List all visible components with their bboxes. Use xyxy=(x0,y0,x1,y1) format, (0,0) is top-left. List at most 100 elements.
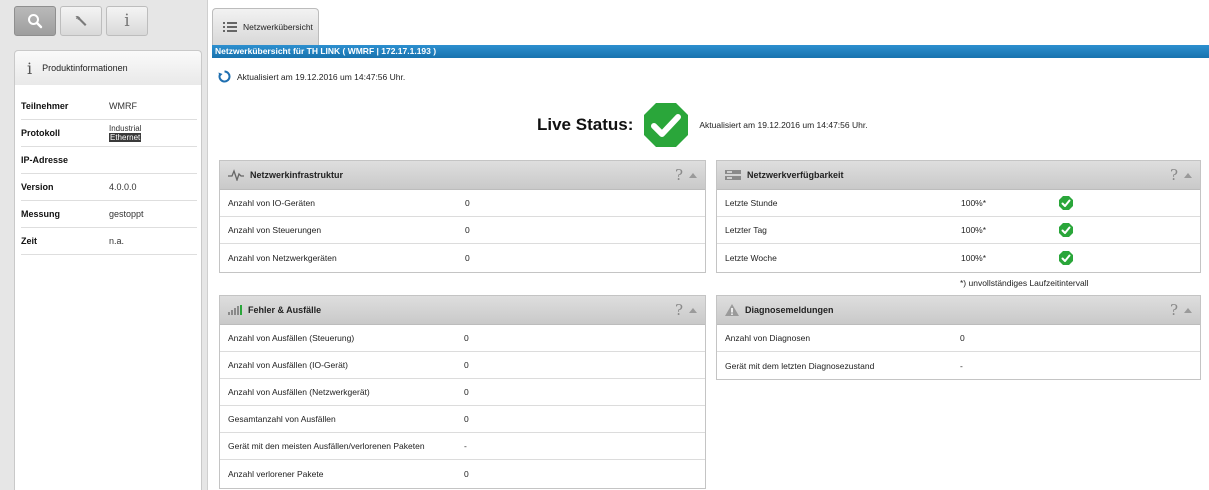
sidebar: i i Produktinformationen Teilnehmer WMRF… xyxy=(0,0,208,490)
row-label: Anzahl von Steuerungen xyxy=(228,225,322,235)
last-updated-text: Aktualisiert am 19.12.2016 um 14:47:56 U… xyxy=(237,71,406,82)
warning-icon xyxy=(725,304,739,316)
tab-label: Netzwerkübersicht xyxy=(243,22,313,32)
row-label: Letzte Stunde xyxy=(725,198,778,208)
info-row-version: Version 4.0.0.0 xyxy=(21,174,197,201)
row-label: Gerät mit den meisten Ausfällen/verloren… xyxy=(228,441,425,451)
panel-title: Fehler & Ausfälle xyxy=(248,305,322,315)
protocol-line-2: Ethernet xyxy=(109,133,142,142)
refresh-icon[interactable] xyxy=(218,70,231,83)
info-value: WMRF xyxy=(109,101,137,111)
table-row: Anzahl verlorener Pakete 0 xyxy=(220,460,705,487)
info-key: Version xyxy=(21,182,54,192)
panel-title: Diagnosemeldungen xyxy=(745,305,834,315)
row-value: 100%* xyxy=(961,252,987,263)
page-title: Netzwerkübersicht für TH LINK ( WMRF | 1… xyxy=(212,45,1209,58)
info-row-participant: Teilnehmer WMRF xyxy=(21,93,197,120)
row-label: Anzahl von IO-Geräten xyxy=(228,198,315,208)
tab-network-overview[interactable]: Netzwerkübersicht xyxy=(212,8,319,45)
panel-header[interactable]: Fehler & Ausfälle ? xyxy=(220,296,705,325)
help-icon[interactable]: ? xyxy=(1170,166,1178,184)
info-value: 4.0.0.0 xyxy=(109,182,137,192)
info-key: Messung xyxy=(21,209,61,219)
table-row: Anzahl von Ausfällen (Steuerung) 0 xyxy=(220,325,705,352)
table-row: Anzahl von IO-Geräten 0 xyxy=(220,190,705,217)
info-icon: i xyxy=(27,58,33,78)
check-icon xyxy=(1059,250,1073,265)
row-value: 0 xyxy=(464,468,469,479)
collapse-icon[interactable] xyxy=(1184,173,1192,178)
info-row-measurement: Messung gestoppt xyxy=(21,201,197,228)
live-status: Live Status: Aktualisiert am 19.12.2016 … xyxy=(537,100,868,150)
row-value: - xyxy=(960,360,963,371)
table-row: Gerät mit dem letzten Diagnosezustand - xyxy=(717,352,1200,379)
table-row: Anzahl von Steuerungen 0 xyxy=(220,217,705,244)
row-value: 0 xyxy=(465,252,470,263)
info-row-time: Zeit n.a. xyxy=(21,228,197,255)
panel-title: Netzwerkverfügbarkeit xyxy=(747,170,844,180)
panel-header[interactable]: Diagnosemeldungen ? xyxy=(717,296,1200,325)
wrench-icon xyxy=(75,15,87,26)
panel-faults: Fehler & Ausfälle ? Anzahl von Ausfällen… xyxy=(219,295,706,489)
row-label: Letzte Woche xyxy=(725,252,777,263)
row-label: Letzter Tag xyxy=(725,225,767,235)
row-label: Anzahl von Netzwerkgeräten xyxy=(228,252,337,263)
live-status-timestamp: Aktualisiert am 19.12.2016 um 14:47:56 U… xyxy=(699,120,868,130)
table-row: Anzahl von Netzwerkgeräten 0 xyxy=(220,244,705,271)
check-icon xyxy=(1059,196,1073,210)
info-key: IP-Adresse xyxy=(21,155,69,165)
info-button[interactable]: i xyxy=(106,6,148,36)
table-row: Anzahl von Ausfällen (IO-Gerät) 0 xyxy=(220,352,705,379)
row-value: 0 xyxy=(960,333,965,343)
row-value: 0 xyxy=(464,414,469,424)
row-label: Anzahl von Ausfällen (Steuerung) xyxy=(228,333,355,343)
info-key: Teilnehmer xyxy=(21,101,69,111)
info-icon: i xyxy=(124,11,130,31)
live-status-label: Live Status: xyxy=(537,115,634,134)
row-value: 0 xyxy=(465,225,470,235)
table-row: Gesamtanzahl von Ausfällen 0 xyxy=(220,406,705,433)
protocol-line-1: Industrial xyxy=(109,124,142,133)
collapse-icon[interactable] xyxy=(689,173,697,178)
panel-diagnostics: Diagnosemeldungen ? Anzahl von Diagnosen… xyxy=(716,295,1201,380)
collapse-icon[interactable] xyxy=(1184,308,1192,313)
info-row-protocol: Protokoll Industrial Ethernet xyxy=(21,120,197,147)
main-content: Netzwerkübersicht Netzwerkübersicht für … xyxy=(212,0,1209,490)
help-icon[interactable]: ? xyxy=(1170,301,1178,319)
check-icon xyxy=(1059,223,1073,237)
row-label: Anzahl von Diagnosen xyxy=(725,333,811,343)
settings-button[interactable] xyxy=(60,6,102,36)
search-button[interactable] xyxy=(14,6,56,36)
server-icon xyxy=(725,170,741,180)
table-row: Anzahl von Diagnosen 0 xyxy=(717,325,1200,352)
panel-header[interactable]: Netzwerkinfrastruktur ? xyxy=(220,161,705,190)
panel-header[interactable]: Netzwerkverfügbarkeit ? xyxy=(717,161,1200,190)
bar-chart-icon xyxy=(228,305,242,315)
collapse-icon[interactable] xyxy=(689,308,697,313)
help-icon[interactable]: ? xyxy=(675,301,683,319)
sidebar-toolbar: i xyxy=(14,6,148,36)
row-value: 0 xyxy=(464,360,469,370)
table-row: Letzte Stunde 100%* xyxy=(717,190,1200,217)
help-icon[interactable]: ? xyxy=(675,166,683,184)
panel-network-infrastructure: Netzwerkinfrastruktur ? Anzahl von IO-Ge… xyxy=(219,160,706,273)
row-value: - xyxy=(464,441,467,451)
info-row-ip: IP-Adresse xyxy=(21,147,197,174)
row-label: Gesamtanzahl von Ausfällen xyxy=(228,414,336,424)
row-value: 0 xyxy=(465,198,470,208)
tab-bar: Netzwerkübersicht xyxy=(212,8,1209,45)
last-updated: Aktualisiert am 19.12.2016 um 14:47:56 U… xyxy=(218,70,405,83)
info-key: Zeit xyxy=(21,236,38,246)
info-value: n.a. xyxy=(109,236,125,246)
panel-title: Netzwerkinfrastruktur xyxy=(250,170,344,180)
row-label: Gerät mit dem letzten Diagnosezustand xyxy=(725,360,875,371)
row-value: 100%* xyxy=(961,198,987,208)
row-value: 100%* xyxy=(961,225,987,235)
row-value: 0 xyxy=(464,387,469,397)
product-info-title: Produktinformationen xyxy=(42,63,128,73)
table-row: Anzahl von Ausfällen (Netzwerkgerät) 0 xyxy=(220,379,705,406)
product-info-header[interactable]: i Produktinformationen xyxy=(14,50,202,85)
row-value: 0 xyxy=(464,333,469,343)
row-label: Anzahl verlorener Pakete xyxy=(228,468,324,479)
pulse-icon xyxy=(228,169,244,181)
